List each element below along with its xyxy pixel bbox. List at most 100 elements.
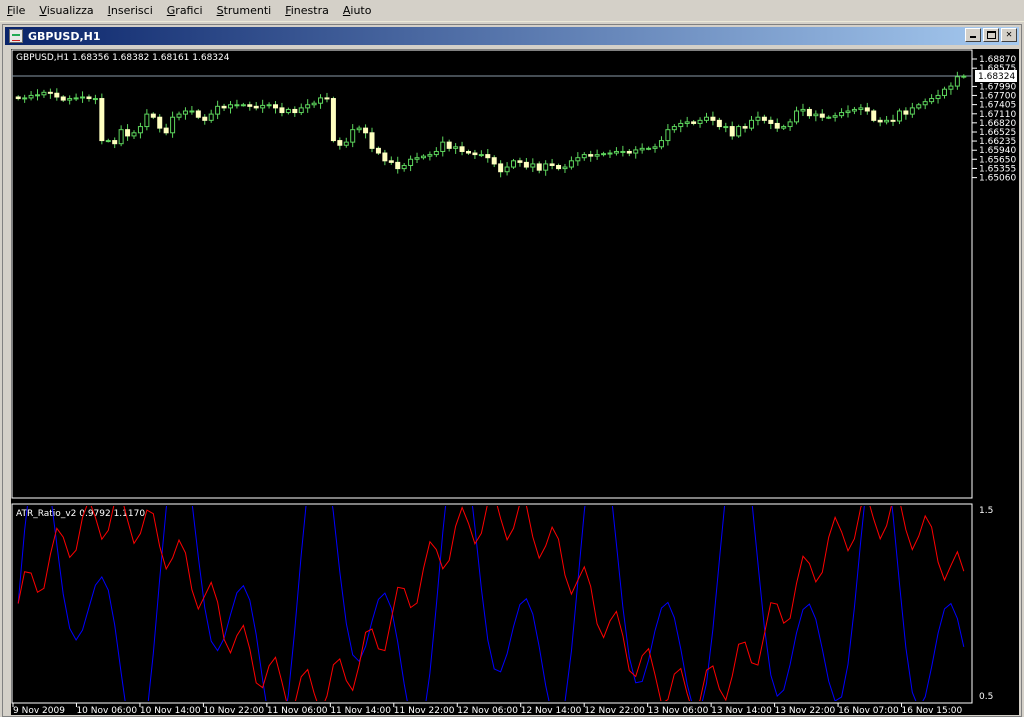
candle-body — [871, 110, 877, 121]
symbol-info: GBPUSD,H1 1.68356 1.68382 1.68161 1.6832… — [16, 53, 230, 63]
candle-body — [465, 150, 471, 154]
candle-body — [73, 97, 79, 100]
menu-file[interactable]: File — [0, 1, 32, 21]
candle-body — [247, 104, 253, 107]
candle-body — [903, 110, 909, 115]
candle-body — [150, 113, 156, 118]
time-tick-label: 12 Nov 06:00 — [457, 706, 518, 715]
candle-body — [858, 107, 864, 110]
candle-body — [86, 96, 92, 100]
window-buttons: ✕ — [963, 28, 1017, 42]
candle-body — [517, 160, 523, 163]
candle-body — [845, 110, 851, 114]
candle-body — [729, 126, 735, 137]
candle-body — [575, 157, 581, 162]
candle-body — [453, 146, 459, 149]
candle-body — [813, 113, 819, 117]
candle-body — [363, 127, 369, 134]
chart-window-titlebar[interactable]: GBPUSD,H1 ✕ — [5, 27, 1019, 45]
candle-body — [125, 129, 131, 137]
candle-body — [710, 116, 716, 121]
time-tick-label: 16 Nov 07:00 — [838, 706, 899, 715]
candle-body — [273, 104, 279, 109]
candle-body — [170, 116, 176, 134]
candle-body — [298, 107, 304, 114]
candle-body — [446, 141, 452, 149]
candle-body — [556, 164, 562, 170]
candle-body — [131, 132, 137, 137]
indicator-axis-min: 0.5 — [979, 692, 993, 702]
candle-body — [716, 119, 722, 128]
candle-body — [67, 98, 73, 101]
indicator-axis-max: 1.5 — [979, 506, 993, 516]
candle-body — [15, 96, 21, 100]
candle-body — [176, 113, 182, 118]
menu-visualizza[interactable]: Visualizza — [32, 1, 100, 21]
candle-body — [240, 104, 246, 107]
menu-aiuto[interactable]: Aiuto — [336, 1, 379, 21]
candle-body — [723, 126, 729, 129]
time-tick-label: 11 Nov 06:00 — [267, 706, 328, 715]
candle-body — [144, 113, 150, 128]
candle-body — [929, 98, 935, 103]
menu-grafici[interactable]: Grafici — [160, 1, 210, 21]
chart-plot-area[interactable]: 1.68870 1.68575 1.67990 1.67700 1.67405 1.671… — [11, 49, 1019, 715]
candle-body — [549, 163, 555, 166]
candle-body — [890, 119, 896, 122]
candle-body — [658, 140, 664, 148]
candle-body — [819, 113, 825, 118]
close-icon: ✕ — [1005, 29, 1013, 40]
candle-body — [356, 127, 362, 131]
minimize-button[interactable] — [965, 28, 981, 42]
candle-body — [530, 163, 536, 168]
candle-body — [703, 116, 709, 121]
minimize-icon — [970, 36, 976, 38]
candle-body — [736, 126, 742, 137]
candle-body — [536, 163, 542, 171]
candle-body — [543, 163, 549, 171]
candle-body — [343, 141, 349, 146]
candle-body — [157, 116, 163, 129]
candle-body — [697, 119, 703, 124]
candle-body — [511, 160, 517, 168]
candle-body — [588, 154, 594, 157]
candle-body — [601, 153, 607, 156]
price-chart[interactable]: 1.688701.685751.679901.677001.674051.671… — [11, 49, 1019, 715]
candle-body — [401, 164, 407, 170]
candle-body — [285, 108, 291, 114]
candle-body — [948, 85, 954, 90]
candle-body — [318, 97, 324, 104]
time-tick-label: 11 Nov 22:00 — [394, 706, 455, 715]
candle-body — [311, 102, 317, 106]
candle-body — [80, 96, 86, 99]
indicator-pane-border — [11, 503, 973, 704]
menu-bar: File Visualizza Inserisci Grafici Strumenti F… — [0, 0, 1024, 22]
candle-body — [909, 107, 915, 115]
candle-body — [105, 140, 111, 143]
time-tick-label: 12 Nov 14:00 — [521, 706, 582, 715]
menu-finestra[interactable]: Finestra — [278, 1, 336, 21]
candle-body — [375, 147, 381, 154]
candle-body — [749, 119, 755, 129]
candle-body — [826, 116, 832, 119]
candle-body — [54, 92, 60, 98]
candle-body — [279, 107, 285, 114]
candle-body — [877, 119, 883, 123]
time-tick-label: 9 Nov 2009 — [13, 706, 65, 715]
candle-body — [794, 110, 800, 123]
menu-strumenti[interactable]: Strumenti — [210, 1, 279, 21]
candle-body — [832, 115, 838, 118]
close-button[interactable]: ✕ — [1001, 28, 1017, 42]
restore-button[interactable] — [983, 28, 999, 42]
candle-body — [118, 129, 124, 145]
candle-body — [800, 108, 806, 112]
menu-inserisci[interactable]: Inserisci — [101, 1, 160, 21]
candle-body — [498, 163, 504, 173]
candle-body — [266, 104, 272, 107]
candle-body — [330, 98, 336, 142]
candle-body — [678, 122, 684, 128]
candle-body — [633, 149, 639, 154]
candle-body — [350, 129, 356, 143]
candle-body — [916, 104, 922, 109]
candle-body — [189, 110, 195, 113]
